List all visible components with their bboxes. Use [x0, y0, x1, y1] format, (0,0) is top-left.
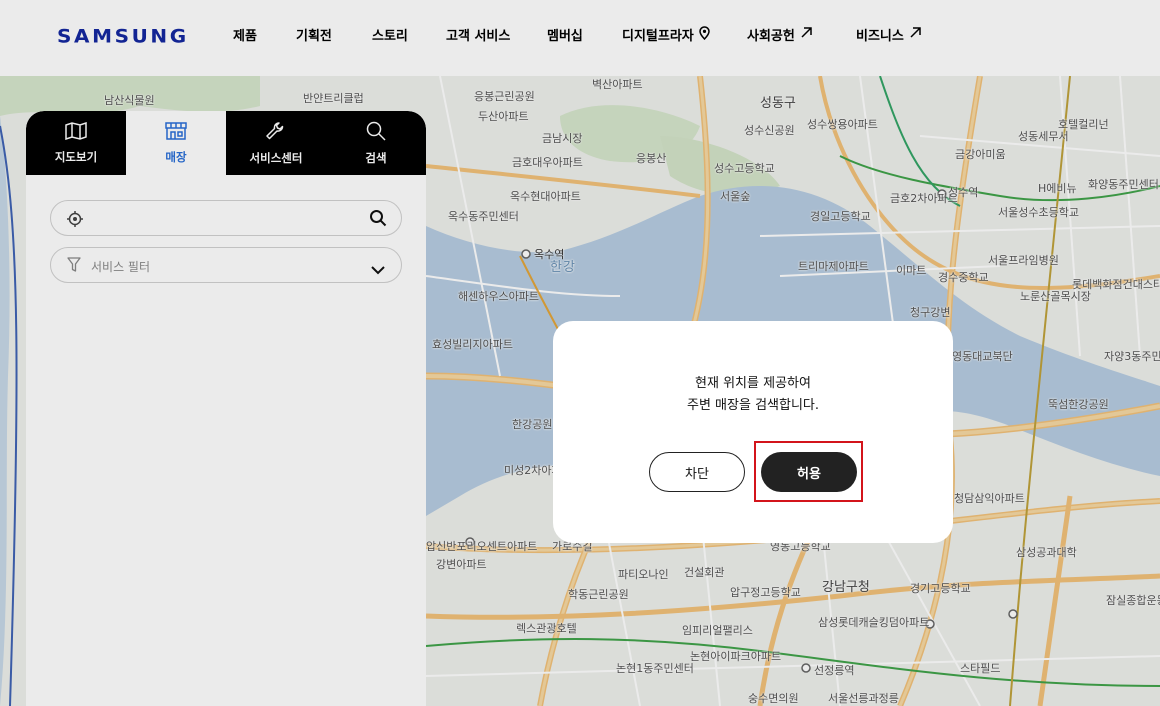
dialog-message-line-2: 주변 매장을 검색합니다. [687, 398, 819, 413]
dialog-message-line-1: 현재 위치를 제공하여 [695, 376, 811, 391]
allow-button[interactable]: 허용 [761, 452, 857, 492]
deny-button[interactable]: 차단 [649, 452, 745, 492]
dialog-message: 현재 위치를 제공하여 주변 매장을 검색합니다. [553, 373, 953, 417]
location-permission-dialog: 현재 위치를 제공하여 주변 매장을 검색합니다. 차단 허용 [553, 321, 953, 543]
